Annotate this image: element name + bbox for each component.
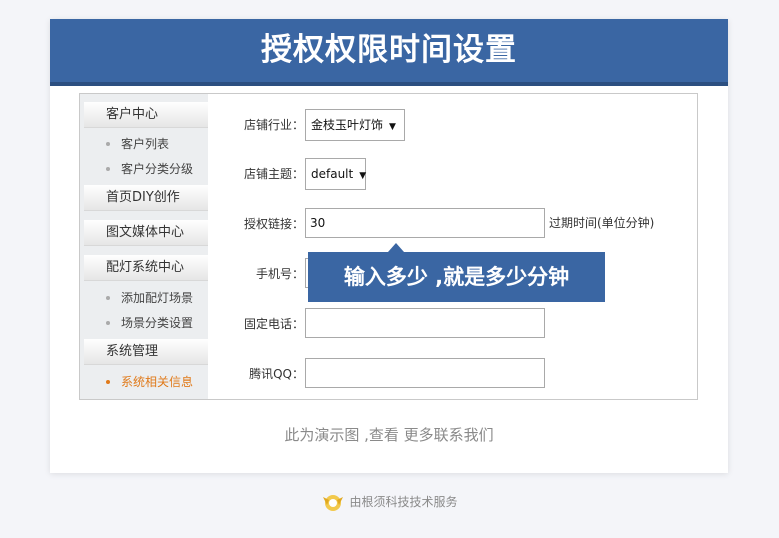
bullet-icon — [106, 320, 110, 325]
mobile-label: 手机号： — [255, 267, 304, 281]
sidebar: 客户中心 客户列表 客户分类分级 首页DIY创作 图文媒体中心 配灯系统中心 添… — [80, 94, 208, 399]
bullet-icon — [106, 295, 110, 300]
sidebar-group-lighting-system[interactable]: 配灯系统中心 — [84, 255, 208, 281]
dropdown-arrow-icon: ▼ — [359, 171, 367, 181]
company-logo-icon — [321, 493, 345, 513]
tooltip-callout: 输入多少 ,就是多少分钟 — [308, 243, 605, 302]
sidebar-item-add-lighting-scene[interactable]: 添加配灯场景 — [106, 290, 193, 306]
sidebar-item-customer-list[interactable]: 客户列表 — [106, 136, 169, 152]
bullet-icon — [106, 379, 110, 384]
bullet-icon — [106, 141, 110, 146]
sidebar-group-system-management[interactable]: 系统管理 — [84, 339, 208, 365]
settings-form: 店铺行业： 金枝玉叶灯饰 ▼ 店铺主题： default ▼ 授权链接： 30 过期… — [208, 94, 697, 399]
sidebar-group-media-center[interactable]: 图文媒体中心 — [84, 220, 208, 246]
footer-text: 由根须科技技术服务 — [349, 495, 458, 509]
footer: 由根须科技技术服务 — [0, 492, 779, 513]
tooltip-pointer — [388, 243, 404, 252]
auth-link-label: 授权链接： — [243, 217, 304, 231]
page-title: 授权权限时间设置 — [261, 32, 517, 68]
dropdown-arrow-icon: ▼ — [389, 122, 396, 132]
sidebar-item-system-info[interactable]: 系统相关信息 — [106, 374, 193, 390]
sidebar-group-homepage-diy[interactable]: 首页DIY创作 — [84, 185, 208, 211]
theme-label: 店铺主题： — [243, 167, 304, 181]
qq-input[interactable] — [305, 358, 545, 388]
phone-input[interactable] — [305, 308, 545, 338]
industry-select[interactable]: 金枝玉叶灯饰 ▼ — [305, 109, 405, 141]
qq-label: 腾讯QQ： — [249, 367, 304, 381]
tooltip-text: 输入多少 ,就是多少分钟 — [343, 265, 570, 289]
main-card: 授权权限时间设置 客户中心 客户列表 客户分类分级 首页DIY创作 图文媒体中心… — [50, 19, 728, 473]
sidebar-group-customer-center[interactable]: 客户中心 — [84, 102, 208, 128]
demo-note[interactable]: 此为演示图 ,查看 更多联系我们 — [50, 424, 728, 445]
auth-link-input[interactable]: 30 — [305, 208, 545, 238]
sidebar-item-scene-category[interactable]: 场景分类设置 — [106, 315, 193, 331]
bullet-icon — [106, 166, 110, 171]
theme-select[interactable]: default ▼ — [305, 158, 366, 190]
phone-label: 固定电话： — [243, 317, 304, 331]
auth-expiry-hint: 过期时间(单位分钟) — [549, 216, 655, 230]
industry-label: 店铺行业： — [243, 118, 304, 132]
sidebar-item-customer-category[interactable]: 客户分类分级 — [106, 161, 193, 177]
page-header: 授权权限时间设置 — [50, 19, 728, 86]
